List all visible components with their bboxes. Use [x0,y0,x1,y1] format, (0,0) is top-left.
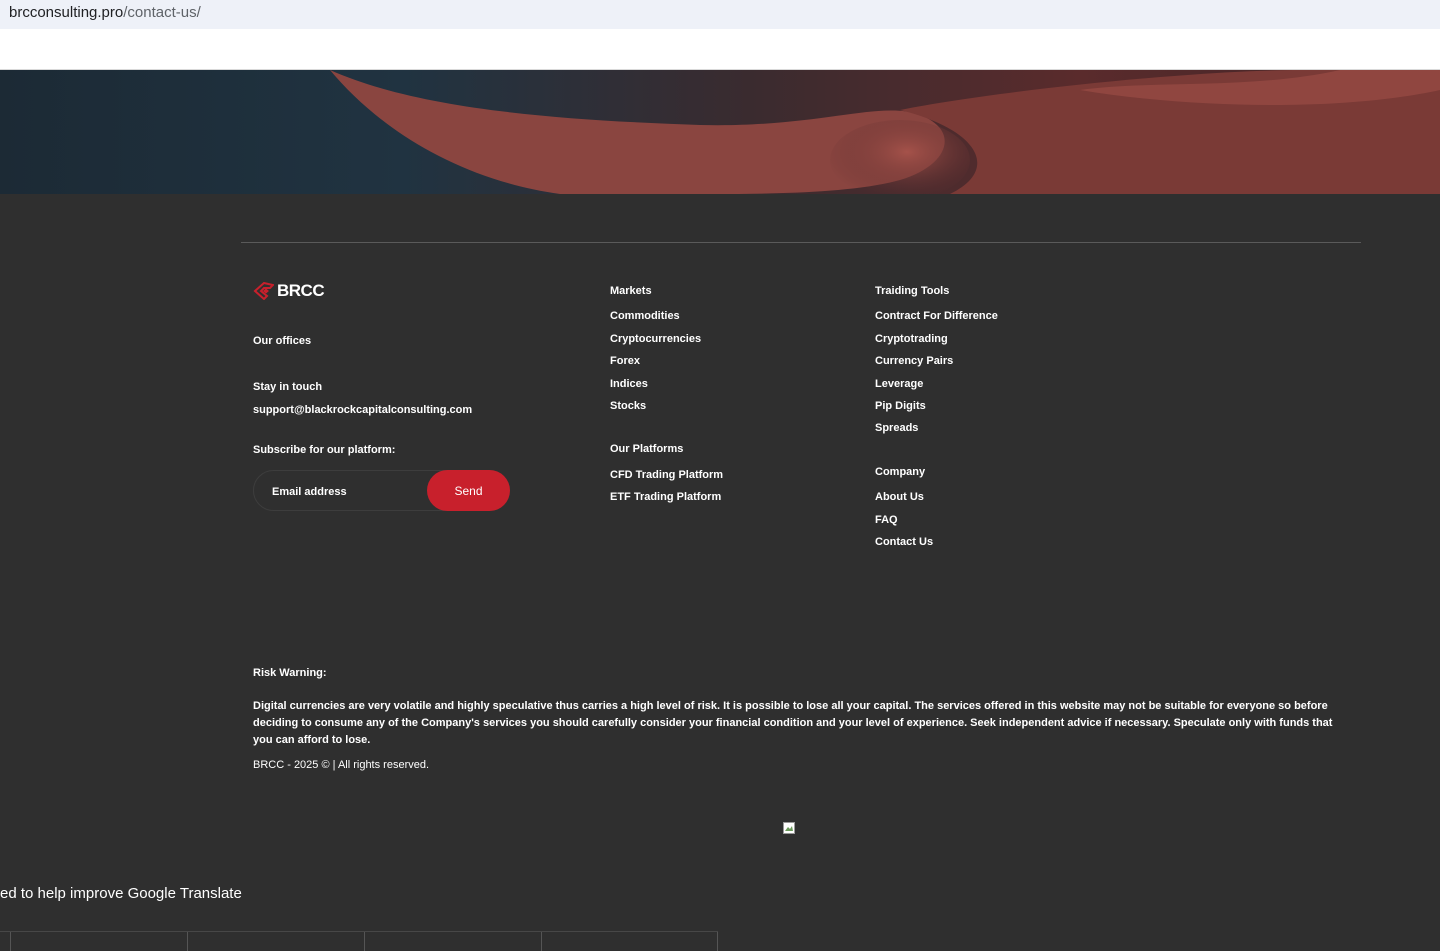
company-link-about[interactable]: About Us [875,491,924,503]
stay-in-touch-heading: Stay in touch [253,381,323,393]
tools-link-leverage[interactable]: Leverage [875,378,923,390]
tools-link-cfd[interactable]: Contract For Difference [875,310,998,322]
hand-photo [330,70,1440,194]
tools-link-currency-pairs[interactable]: Currency Pairs [875,355,953,367]
toolbar-cell[interactable] [10,932,11,951]
copyright-text: BRCC - 2025 © | All rights reserved. [253,759,430,771]
markets-link-cryptocurrencies[interactable]: Cryptocurrencies [610,333,701,345]
risk-warning-text: Digital currencies are very volatile and… [253,700,1333,746]
hero-image [0,70,1440,194]
offices-heading: Our offices [253,335,312,347]
markets-link-stocks[interactable]: Stocks [610,400,646,412]
risk-warning-heading: Risk Warning: [253,667,327,679]
company-heading: Company [875,466,926,478]
email-input[interactable] [270,481,424,503]
subscribe-form: Send [253,470,510,511]
tools-link-spreads[interactable]: Spreads [875,422,918,434]
bottom-toolbar [0,931,718,951]
toolbar-cell[interactable] [717,932,718,951]
markets-link-indices[interactable]: Indices [610,378,648,390]
tools-link-pip-digits[interactable]: Pip Digits [875,400,926,412]
url-path: /contact-us/ [123,4,201,21]
subscribe-heading: Subscribe for our platform: [253,444,396,456]
send-button[interactable]: Send [427,470,510,511]
toolbar-cell[interactable] [364,932,365,951]
tools-heading: Traiding Tools [875,285,950,297]
google-translate-banner-text: ed to help improve Google Translate [0,885,242,902]
url-host: brcconsulting.pro [9,4,124,21]
brcc-logo-icon [253,282,274,300]
brand-name: BRCC [277,281,325,300]
site-header [0,29,1440,70]
support-email-link[interactable]: support@blackrockcapitalconsulting.com [253,404,472,416]
address-bar[interactable]: brcconsulting.pro/contact-us/ [0,0,1440,29]
markets-link-forex[interactable]: Forex [610,355,640,367]
platforms-link-etf[interactable]: ETF Trading Platform [610,491,721,503]
brand-logo[interactable]: BRCC [253,281,325,301]
toolbar-cell[interactable] [187,932,188,951]
broken-image-icon [783,822,795,834]
footer-divider [241,242,1361,243]
markets-link-commodities[interactable]: Commodities [610,310,680,322]
markets-heading: Markets [610,285,652,297]
company-link-faq[interactable]: FAQ [875,514,898,526]
toolbar-cell[interactable] [541,932,542,951]
tools-link-cryptotrading[interactable]: Cryptotrading [875,333,948,345]
platforms-heading: Our Platforms [610,443,684,455]
platforms-link-cfd[interactable]: CFD Trading Platform [610,469,723,481]
company-link-contact[interactable]: Contact Us [875,536,933,548]
